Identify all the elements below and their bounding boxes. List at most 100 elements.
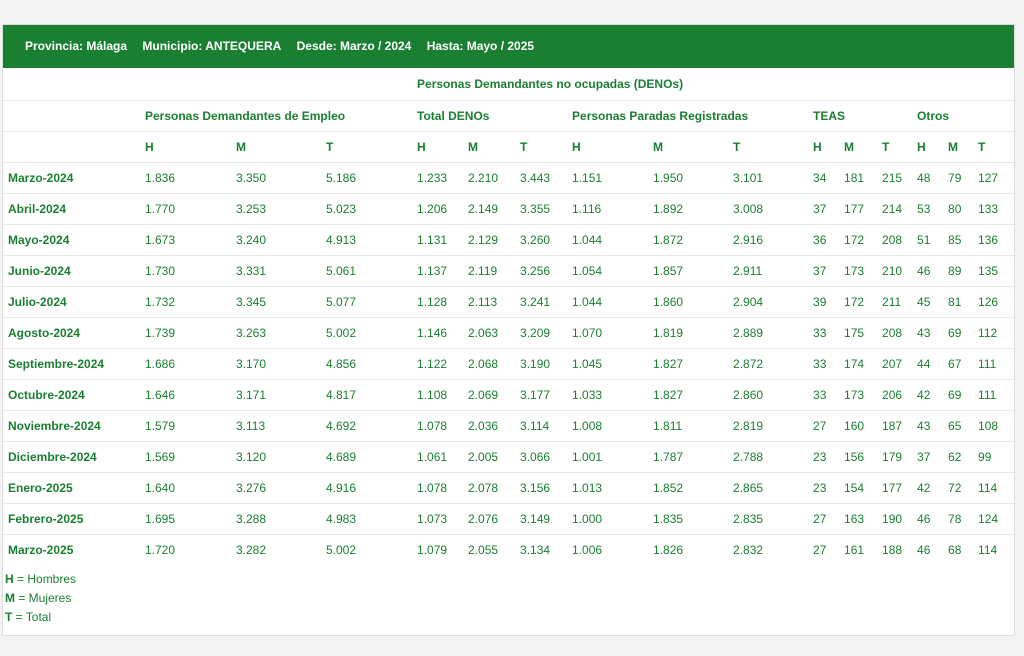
table-cell: 3.241 [515, 286, 568, 318]
table-cell: 1.078 [412, 472, 464, 504]
table-cell: 136 [973, 224, 1015, 256]
table-cell: 2.819 [728, 410, 809, 442]
table-cell: 154 [839, 472, 878, 504]
table-cell: 3.120 [231, 441, 321, 473]
table-cell: 108 [973, 410, 1015, 442]
table-cell: 4.913 [321, 224, 413, 256]
table-cell: 1.892 [648, 193, 729, 225]
table-cell: 3.209 [515, 317, 568, 349]
table-cell: 177 [839, 193, 878, 225]
table-cell: 206 [877, 379, 913, 411]
table-cell: 172 [839, 224, 878, 256]
table-cell: 62 [943, 441, 974, 473]
col-header-t: T [321, 131, 413, 163]
table-cell: 69 [943, 379, 974, 411]
table-cell: 1.013 [567, 472, 649, 504]
col-header-h: H [412, 131, 464, 163]
table-cell: 4.916 [321, 472, 413, 504]
table-cell: 2.889 [728, 317, 809, 349]
table-cell: 42 [912, 379, 944, 411]
table-cell: 4.817 [321, 379, 413, 411]
table-row: Abril-2024 1.770 3.253 5.023 1.206 2.149 3.355… [3, 193, 1015, 225]
table-cell: 2.036 [463, 410, 516, 442]
table-cell: 3.282 [236, 543, 267, 557]
table-cell: 114 [973, 472, 1015, 504]
table-cell: 1.826 [653, 543, 684, 557]
table-cell: 85 [943, 224, 974, 256]
table-cell: 3.066 [515, 441, 568, 473]
table-cell: 23 [808, 441, 840, 473]
col-header-m: M [943, 131, 974, 163]
table-cell: 175 [839, 317, 878, 349]
table-cell: 173 [839, 255, 878, 287]
table-cell: 208 [877, 224, 913, 256]
table-cell: 187 [877, 410, 913, 442]
paradas-header: Personas Paradas Registradas [567, 100, 809, 132]
table-cell: 1.128 [412, 286, 464, 318]
table-cell: 1.787 [648, 441, 729, 473]
table-row: Septiembre-2024 1.686 3.170 4.856 1.122 2.068… [3, 348, 1015, 380]
table-cell: 3.101 [728, 162, 809, 194]
col-header-m: M [463, 131, 516, 163]
row-month-label: Julio-2024 [3, 286, 140, 318]
table-row: Junio-2024 1.730 3.331 5.061 1.137 2.119 3.256… [3, 255, 1015, 287]
table-cell: 1.116 [567, 193, 649, 225]
legend-key: M [5, 591, 15, 605]
table-cell: 45 [912, 286, 944, 318]
table-cell: 1.001 [567, 441, 649, 473]
table-cell: 43 [912, 410, 944, 442]
legend-text: = Mujeres [15, 591, 72, 605]
table-cell: 1.860 [648, 286, 729, 318]
table-cell: 1.206 [412, 193, 464, 225]
row-month-label: Septiembre-2024 [3, 348, 140, 380]
table-cell: 173 [839, 379, 878, 411]
table-cell: 2.069 [463, 379, 516, 411]
deno-group-header: Personas Demandantes no ocupadas (DENOs) [412, 68, 1015, 101]
table-cell: 1.579 [140, 410, 231, 442]
table-cell: 111 [973, 379, 1015, 411]
table-cell: 2.904 [728, 286, 809, 318]
table-cell: 2.832 [733, 543, 764, 557]
table-cell: 2.788 [728, 441, 809, 473]
table-cell: 207 [877, 348, 913, 380]
table-cell: 1.872 [648, 224, 729, 256]
table-cell: 2.210 [463, 162, 516, 194]
table-row: Octubre-2024 1.646 3.171 4.817 1.108 2.069 3.1… [3, 379, 1015, 411]
table-cell: 2.860 [728, 379, 809, 411]
table-cell: 3.288 [231, 503, 321, 535]
table-cell: 1.720 [145, 543, 176, 557]
table-cell: 1.569 [140, 441, 231, 473]
row-month-label: Marzo-2024 [3, 162, 140, 194]
table-cell: 69 [943, 317, 974, 349]
table-cell: 3.263 [231, 317, 321, 349]
table-cell: 67 [943, 348, 974, 380]
table-cell: 46 [912, 503, 944, 535]
col-header-m: M [839, 131, 878, 163]
table-cell: 3.345 [231, 286, 321, 318]
table-body: Marzo-2024 1.836 3.350 5.186 1.233 2.210 3.443… [3, 162, 1015, 566]
table-cell: 2.005 [463, 441, 516, 473]
table-cell: 215 [877, 162, 913, 194]
table-cell: 190 [877, 503, 913, 535]
table-cell: 1.827 [648, 379, 729, 411]
table-cell: 68 [948, 543, 962, 557]
table-cell: 1.070 [567, 317, 649, 349]
legend-text: = Total [12, 610, 52, 624]
table-cell: 1.122 [412, 348, 464, 380]
col-header-t: T [515, 131, 568, 163]
table-cell: 1.079 [417, 543, 448, 557]
table-cell: 3.240 [231, 224, 321, 256]
table-cell: 2.149 [463, 193, 516, 225]
table-cell: 46 [917, 543, 931, 557]
table-cell: 163 [839, 503, 878, 535]
table-row: Julio-2024 1.732 3.345 5.077 1.128 2.113 3.241… [3, 286, 1015, 318]
table-row: Marzo-2024 1.836 3.350 5.186 1.233 2.210 3.443… [3, 162, 1015, 194]
table-cell: 33 [808, 379, 840, 411]
table-cell: 1.739 [140, 317, 231, 349]
table-cell: 5.023 [321, 193, 413, 225]
table-cell: 1.073 [412, 503, 464, 535]
table-cell: 3.008 [728, 193, 809, 225]
table-cell: 179 [877, 441, 913, 473]
table-cell: 3.256 [515, 255, 568, 287]
row-month-label: Enero-2025 [3, 472, 140, 504]
